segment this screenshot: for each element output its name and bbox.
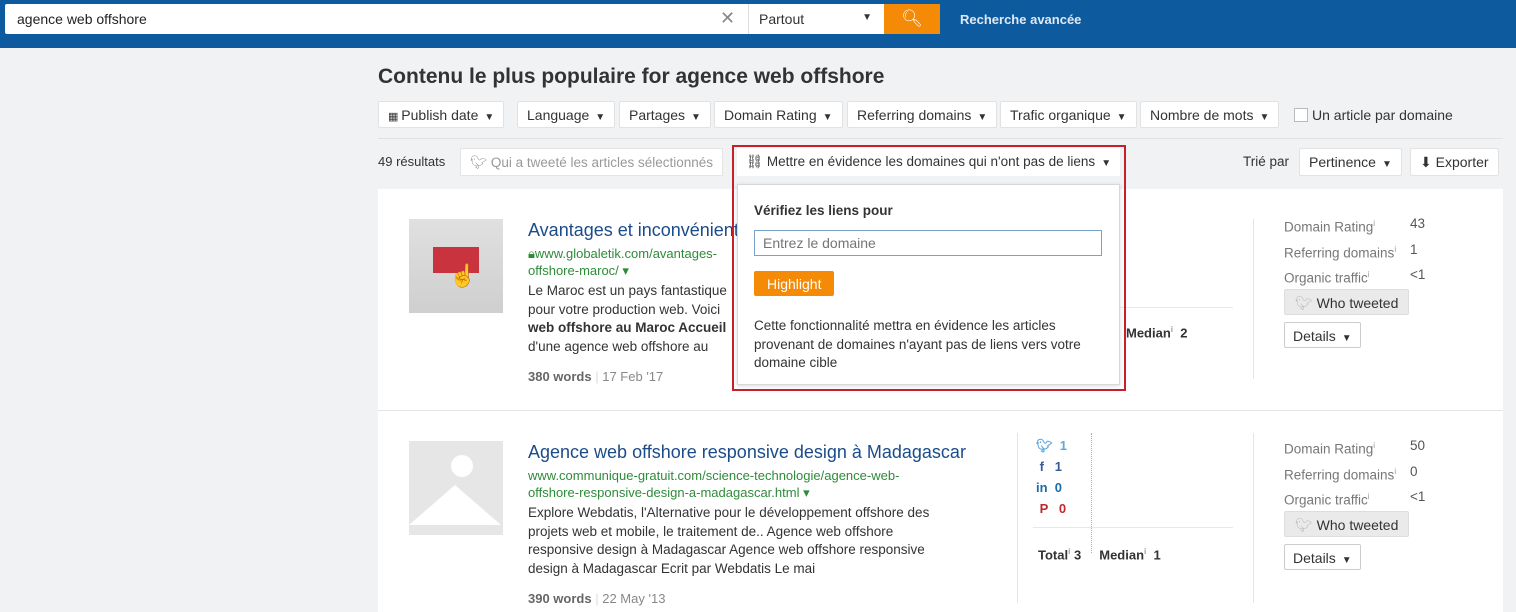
filter-domain-rating[interactable]: Domain Rating ▼ [714, 101, 843, 128]
filter-referring-domains[interactable]: Referring domains ▼ [847, 101, 998, 128]
scope-value: Partout [759, 11, 805, 27]
filter-label: Partages [629, 107, 686, 123]
article-title[interactable]: Avantages et inconvénients [528, 220, 748, 241]
hand-cursor-icon: ☝ [449, 263, 477, 288]
clear-icon[interactable]: ✕ [720, 8, 735, 29]
button-label: Exporter [1435, 154, 1489, 170]
chevron-down-icon: ▼ [862, 12, 872, 23]
divider [378, 138, 1503, 139]
filter-label: Publish date [401, 107, 479, 123]
results-count: 49 résultats [378, 154, 446, 169]
share-totals: Totali 3 Mediani 1 [1038, 547, 1161, 563]
filter-label: Nombre de mots [1150, 107, 1254, 123]
sort-value: Pertinence [1309, 154, 1376, 170]
facebook-icon: f [1036, 459, 1044, 474]
search-input[interactable]: agence web offshore [5, 4, 749, 34]
filter-label: Trafic organique [1010, 107, 1111, 123]
details-button[interactable]: Details ▼ [1284, 322, 1361, 348]
pinterest-icon: P [1036, 501, 1049, 516]
scope-select[interactable]: Partout ▼ [748, 4, 884, 34]
twitter-icon: 🐦︎ [470, 155, 488, 170]
one-per-domain-label: Un article par domaine [1312, 107, 1453, 123]
filter-language[interactable]: Language ▼ [517, 101, 616, 128]
who-tweeted-button[interactable]: 🐦︎ Who tweeted [1284, 511, 1410, 537]
filter-publish-date[interactable]: ▦ Publish date ▼ [378, 101, 505, 128]
article-url[interactable]: www.communique-gratuit.com/science-techn… [528, 467, 899, 501]
domain-metrics: Domain Ratingi 43 Referring domainsi 1 Org… [1284, 216, 1426, 286]
article-card: Agence web offshore responsive design à … [378, 411, 1503, 612]
article-meta: 390 words | 22 May '13 [528, 591, 666, 606]
article-meta: 380 words | 17 Feb '17 [528, 369, 664, 384]
article-url[interactable]: 🔒︎www.globaletik.com/avantages-offshore-… [528, 245, 717, 279]
one-per-domain-checkbox[interactable] [1294, 108, 1308, 122]
page-title: Contenu le plus populaire for agence web… [378, 65, 885, 88]
linkedin-icon: in [1036, 480, 1048, 495]
image-placeholder-icon [409, 441, 503, 535]
filter-nombre-de-mots[interactable]: Nombre de mots ▼ [1140, 101, 1280, 128]
lock-icon: 🔒︎ [528, 246, 535, 261]
sort-label: Trié par [1243, 154, 1290, 169]
download-icon: ⬇ [1420, 154, 1432, 170]
who-tweeted-selected-button[interactable]: 🐦︎ Qui a tweeté les articles sélectionné… [460, 148, 724, 176]
button-label: Qui a tweeté les articles sélectionnés [490, 155, 714, 170]
export-button[interactable]: ⬇ Exporter [1410, 148, 1499, 176]
median-value: 2 [1180, 325, 1188, 341]
domain-metrics: Domain Ratingi 50 Referring domainsi 0 Org… [1284, 438, 1426, 508]
article-title[interactable]: Agence web offshore responsive design à … [528, 442, 966, 463]
filter-partages[interactable]: Partages ▼ [619, 101, 711, 128]
who-tweeted-button[interactable]: 🐦︎ Who tweeted [1284, 289, 1410, 315]
social-shares: 🐦︎ 1 f 1 in 0 P 0 [1036, 438, 1067, 516]
highlight-annotation-box [732, 145, 1126, 391]
advanced-search-link[interactable]: Recherche avancée [960, 12, 1081, 27]
grid-icon: ▦ [388, 111, 398, 123]
details-button[interactable]: Details ▼ [1284, 544, 1361, 570]
twitter-icon: 🐦︎ [1036, 438, 1053, 453]
search-icon: 🔍︎ [901, 9, 923, 28]
sort-select[interactable]: Pertinence ▼ [1299, 148, 1402, 176]
filter-label: Domain Rating [724, 107, 817, 123]
article-thumbnail: ☝ [409, 219, 503, 313]
article-description: Explore Webdatis, l'Alternative pour le … [528, 505, 930, 576]
filter-label: Referring domains [857, 107, 972, 123]
filter-trafic-organique[interactable]: Trafic organique ▼ [1000, 101, 1137, 128]
filter-label: Language [527, 107, 590, 123]
search-button[interactable]: 🔍︎ [884, 4, 940, 34]
